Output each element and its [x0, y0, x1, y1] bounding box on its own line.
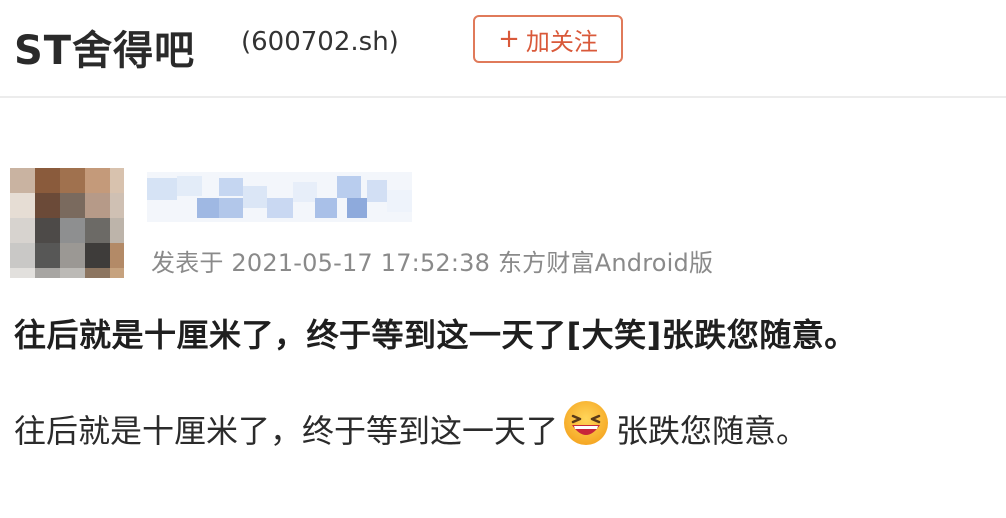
post-rendered-text: 往后就是十厘米了，终于等到这一天了 张跌您随意。	[14, 401, 809, 453]
post-raw-text: 往后就是十厘米了，终于等到这一天了[大笑]张跌您随意。	[14, 316, 857, 354]
follow-button[interactable]: + 加关注	[473, 15, 623, 63]
laughing-emoji-icon	[562, 399, 610, 447]
post-text-after-emoji: 张跌您随意。	[616, 412, 809, 450]
username-redacted[interactable]	[147, 172, 412, 222]
post-meta: 发表于 2021-05-17 17:52:38 东方财富Android版	[151, 249, 714, 277]
follow-button-label: 加关注	[525, 27, 598, 56]
plus-icon: +	[498, 24, 520, 54]
avatar[interactable]	[10, 168, 124, 278]
post-text-before-emoji: 往后就是十厘米了，终于等到这一天了	[14, 412, 559, 450]
stock-code: (600702.sh)	[241, 27, 399, 57]
forum-title[interactable]: ST舍得吧	[14, 18, 195, 76]
forum-header: ST舍得吧 (600702.sh) + 加关注	[0, 0, 1006, 98]
